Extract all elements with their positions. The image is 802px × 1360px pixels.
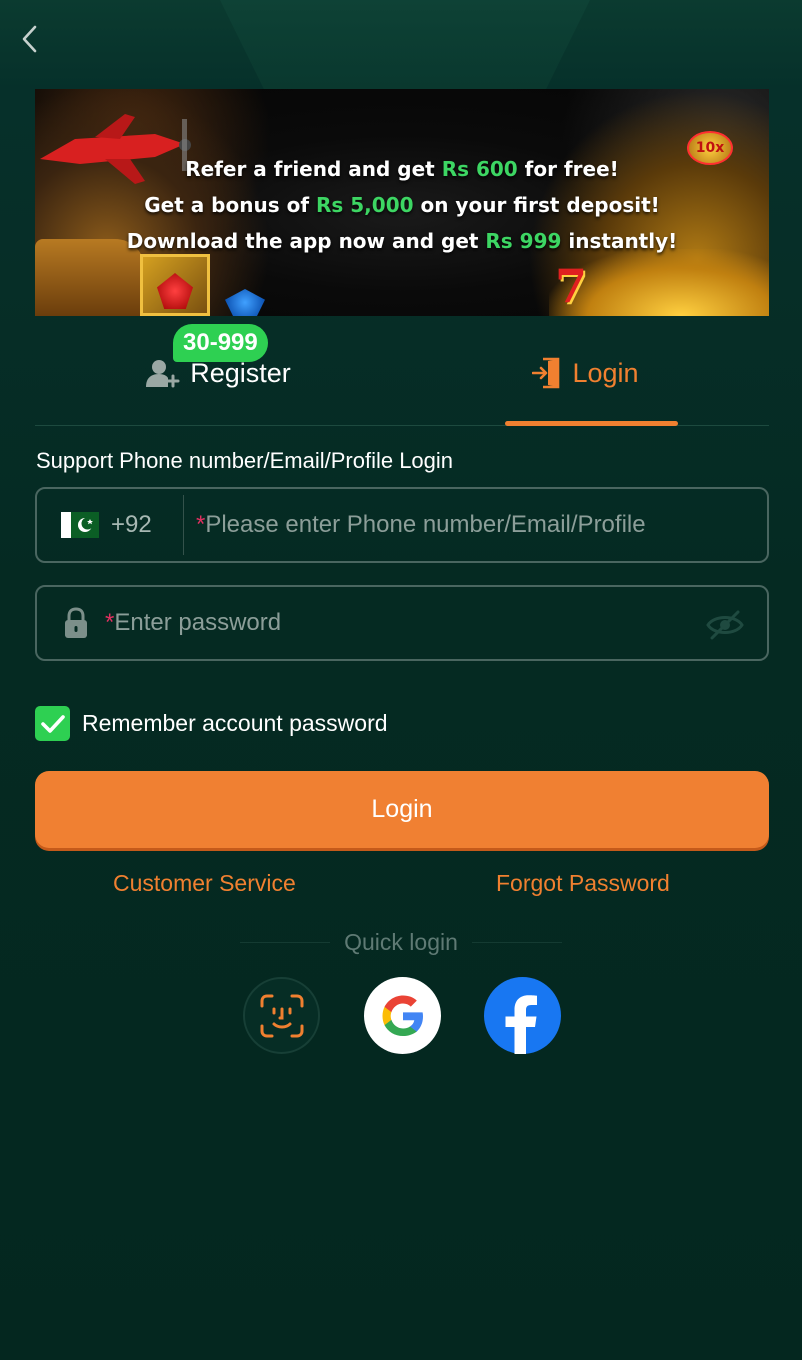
facebook-icon xyxy=(505,995,537,1054)
banner-line-1-amount: Rs 600 xyxy=(441,157,518,181)
tab-login[interactable]: Login xyxy=(402,320,769,426)
back-button[interactable] xyxy=(12,22,46,56)
remember-checkbox[interactable] xyxy=(35,706,70,741)
banner-line-1: Refer a friend and get Rs 600 for free! xyxy=(35,151,769,187)
banner-line-3-post: instantly! xyxy=(561,229,678,253)
country-code[interactable]: +92 xyxy=(111,511,183,539)
login-page: 7 10x Refer a friend and get Rs 600 for … xyxy=(0,0,802,1360)
divider-line xyxy=(471,941,562,943)
google-login-button[interactable] xyxy=(364,977,441,1054)
banner-line-2-pre: Get a bonus of xyxy=(144,193,316,217)
header-decoration xyxy=(220,0,590,90)
banner-line-3-pre: Download the app now and get xyxy=(126,229,486,253)
password-input-placeholder[interactable]: Enter password xyxy=(114,609,281,637)
active-tab-indicator xyxy=(505,421,678,426)
required-mark: * xyxy=(196,511,206,538)
quick-login-header: Quick login xyxy=(240,926,562,958)
banner-text: Refer a friend and get Rs 600 for free! … xyxy=(35,151,769,259)
chevron-left-icon xyxy=(22,25,37,53)
promo-banner[interactable]: 7 10x Refer a friend and get Rs 600 for … xyxy=(35,89,769,316)
add-user-icon xyxy=(146,360,180,388)
customer-service-link[interactable]: Customer Service xyxy=(113,870,296,897)
login-button[interactable]: Login xyxy=(35,771,769,848)
auth-tabs: Register 30-999 Login xyxy=(35,320,769,426)
facebook-login-button[interactable] xyxy=(484,977,561,1054)
checkmark-icon xyxy=(40,714,65,733)
banner-line-1-post: for free! xyxy=(517,157,619,181)
forgot-password-link[interactable]: Forgot Password xyxy=(496,870,670,897)
banner-line-2: Get a bonus of Rs 5,000 on your first de… xyxy=(35,187,769,223)
banner-line-1-pre: Refer a friend and get xyxy=(185,157,442,181)
support-label: Support Phone number/Email/Profile Login xyxy=(36,448,454,473)
pakistan-flag-icon[interactable] xyxy=(61,512,99,538)
banner-line-3-amount: Rs 999 xyxy=(485,229,562,253)
lucky-seven-icon: 7 xyxy=(555,259,588,313)
remember-row: Remember account password xyxy=(35,706,388,741)
register-bonus-badge: 30-999 xyxy=(173,324,268,362)
lock-icon xyxy=(65,607,87,638)
tab-register-label: Register xyxy=(190,357,291,388)
face-id-icon xyxy=(260,994,303,1037)
account-input-placeholder[interactable]: Please enter Phone number/Email/Profile xyxy=(205,511,645,539)
field-divider xyxy=(183,495,184,555)
password-field[interactable]: * Enter password xyxy=(35,585,769,661)
face-id-login-button[interactable] xyxy=(243,977,320,1054)
required-mark: * xyxy=(105,609,115,636)
divider-line xyxy=(240,941,331,943)
banner-line-3: Download the app now and get Rs 999 inst… xyxy=(35,223,769,259)
banner-line-2-amount: Rs 5,000 xyxy=(316,193,414,217)
eye-off-icon[interactable] xyxy=(705,609,745,641)
tab-login-label: Login xyxy=(572,357,639,388)
banner-line-2-post: on your first deposit! xyxy=(413,193,660,217)
remember-label[interactable]: Remember account password xyxy=(82,710,388,737)
login-door-icon xyxy=(532,357,560,389)
google-icon xyxy=(382,995,423,1036)
account-field[interactable]: +92 * Please enter Phone number/Email/Pr… xyxy=(35,487,769,563)
quick-login-label: Quick login xyxy=(344,928,458,955)
